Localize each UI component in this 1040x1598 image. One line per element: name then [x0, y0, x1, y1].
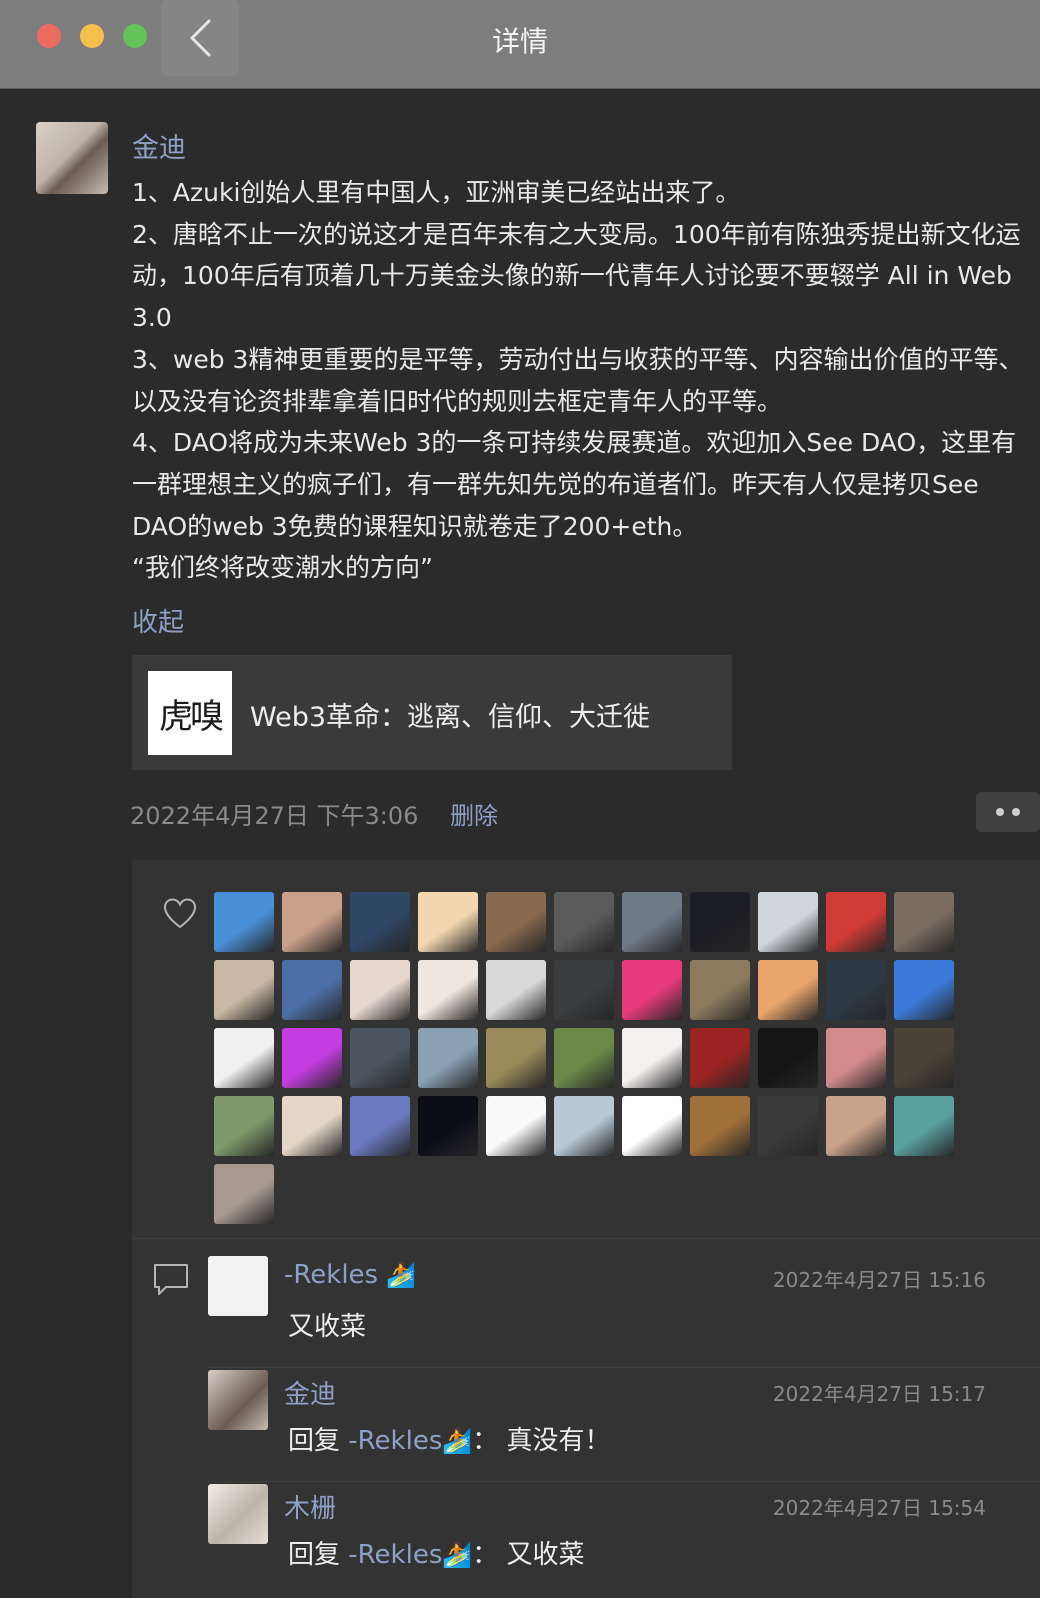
- liker-avatar[interactable]: [690, 960, 750, 1020]
- commenter-name[interactable]: 木栅: [284, 1488, 336, 1525]
- comment-item[interactable]: 木栅 2022年4月27日 15:54 回复 -Rekles🏄： 又收菜: [208, 1484, 1040, 1596]
- heart-icon: [163, 898, 197, 929]
- reply-to-name[interactable]: -Rekles: [348, 1426, 442, 1456]
- surfer-emoji-icon: 🏄: [442, 1541, 473, 1569]
- interaction-panel: -Rekles 🏄 2022年4月27日 15:16 又收菜 金迪 2022年4…: [132, 860, 1040, 1598]
- liker-avatar[interactable]: [486, 1096, 546, 1156]
- shared-link-card[interactable]: 虎嗅 Web3革命：逃离、信仰、大迁徙: [132, 655, 732, 770]
- comment-time: 2022年4月27日 15:54: [772, 1496, 986, 1520]
- commenter-name[interactable]: -Rekles 🏄: [284, 1260, 416, 1290]
- post-meta: 2022年4月27日 下午3:06 删除: [130, 796, 498, 831]
- liker-avatar[interactable]: [554, 1096, 614, 1156]
- liker-avatar[interactable]: [758, 892, 818, 952]
- liker-avatar[interactable]: [690, 1028, 750, 1088]
- liker-avatar[interactable]: [350, 892, 410, 952]
- liker-avatar[interactable]: [622, 892, 682, 952]
- liker-avatar[interactable]: [350, 1096, 410, 1156]
- commenter-avatar[interactable]: [208, 1256, 268, 1316]
- comment-text: 回复 -Rekles🏄： 又收菜: [288, 1540, 585, 1570]
- liker-avatar[interactable]: [282, 1028, 342, 1088]
- liker-avatar[interactable]: [282, 892, 342, 952]
- comment-time: 2022年4月27日 15:16: [772, 1268, 986, 1292]
- dot-icon: [1012, 808, 1020, 816]
- likes-avatar-grid: [214, 892, 974, 1224]
- liker-avatar[interactable]: [214, 1028, 274, 1088]
- liker-avatar[interactable]: [418, 1028, 478, 1088]
- liker-avatar[interactable]: [554, 892, 614, 952]
- liker-avatar[interactable]: [486, 1028, 546, 1088]
- commenter-avatar[interactable]: [208, 1484, 268, 1544]
- commenter-name[interactable]: 金迪: [284, 1374, 336, 1411]
- comment-item[interactable]: -Rekles 🏄 2022年4月27日 15:16 又收菜: [208, 1256, 1040, 1368]
- liker-avatar[interactable]: [690, 892, 750, 952]
- link-thumbnail: 虎嗅: [148, 671, 232, 755]
- liker-avatar[interactable]: [214, 892, 274, 952]
- liker-avatar[interactable]: [758, 1028, 818, 1088]
- liker-avatar[interactable]: [418, 1096, 478, 1156]
- liker-avatar[interactable]: [214, 1164, 274, 1224]
- liker-avatar[interactable]: [622, 1028, 682, 1088]
- comment-text: 回复 -Rekles🏄： 真没有！: [288, 1426, 611, 1456]
- liker-avatar[interactable]: [826, 1096, 886, 1156]
- liker-avatar[interactable]: [894, 1096, 954, 1156]
- liker-avatar[interactable]: [214, 1096, 274, 1156]
- liker-avatar[interactable]: [486, 960, 546, 1020]
- link-thumbnail-logo: 虎嗅: [159, 696, 224, 737]
- liker-avatar[interactable]: [894, 960, 954, 1020]
- liker-avatar[interactable]: [418, 892, 478, 952]
- divider: [208, 1367, 1040, 1368]
- author-avatar[interactable]: [36, 122, 108, 194]
- delete-link[interactable]: 删除: [450, 802, 498, 830]
- surfer-emoji-icon: 🏄: [442, 1427, 473, 1455]
- liker-avatar[interactable]: [758, 960, 818, 1020]
- liker-avatar[interactable]: [282, 1096, 342, 1156]
- liker-avatar[interactable]: [690, 1096, 750, 1156]
- liker-avatar[interactable]: [214, 960, 274, 1020]
- comment-time: 2022年4月27日 15:17: [772, 1382, 986, 1406]
- liker-avatar[interactable]: [554, 960, 614, 1020]
- post-body: 1、Azuki创始人里有中国人，亚洲审美已经站出来了。 2、唐晗不止一次的说这才…: [132, 178, 1024, 583]
- more-actions-button[interactable]: [976, 792, 1040, 832]
- link-title: Web3革命：逃离、信仰、大迁徙: [250, 702, 651, 733]
- divider: [132, 1238, 1040, 1239]
- title-bar: 详情: [0, 0, 1040, 89]
- liker-avatar[interactable]: [418, 960, 478, 1020]
- liker-avatar[interactable]: [350, 1028, 410, 1088]
- liker-avatar[interactable]: [826, 892, 886, 952]
- liker-avatar[interactable]: [622, 1096, 682, 1156]
- liker-avatar[interactable]: [826, 960, 886, 1020]
- surfer-emoji-icon: 🏄: [386, 1261, 417, 1289]
- window-title: 详情: [491, 25, 548, 58]
- divider: [208, 1481, 1040, 1482]
- liker-avatar[interactable]: [350, 960, 410, 1020]
- commenter-avatar[interactable]: [208, 1370, 268, 1430]
- liker-avatar[interactable]: [894, 1028, 954, 1088]
- liker-avatar[interactable]: [282, 960, 342, 1020]
- liker-avatar[interactable]: [554, 1028, 614, 1088]
- reply-to-name[interactable]: -Rekles: [348, 1540, 442, 1570]
- comment-item[interactable]: 金迪 2022年4月27日 15:17 回复 -Rekles🏄： 真没有！: [208, 1370, 1040, 1482]
- dot-icon: [996, 808, 1004, 816]
- comment-text: 又收菜: [288, 1312, 367, 1342]
- liker-avatar[interactable]: [758, 1096, 818, 1156]
- post-timestamp: 2022年4月27日 下午3:06: [130, 802, 419, 830]
- liker-avatar[interactable]: [622, 960, 682, 1020]
- liker-avatar[interactable]: [486, 892, 546, 952]
- collapse-link[interactable]: 收起: [132, 602, 184, 639]
- liker-avatar[interactable]: [826, 1028, 886, 1088]
- comment-icon: [154, 1264, 188, 1295]
- liker-avatar[interactable]: [894, 892, 954, 952]
- author-name[interactable]: 金迪: [132, 126, 186, 165]
